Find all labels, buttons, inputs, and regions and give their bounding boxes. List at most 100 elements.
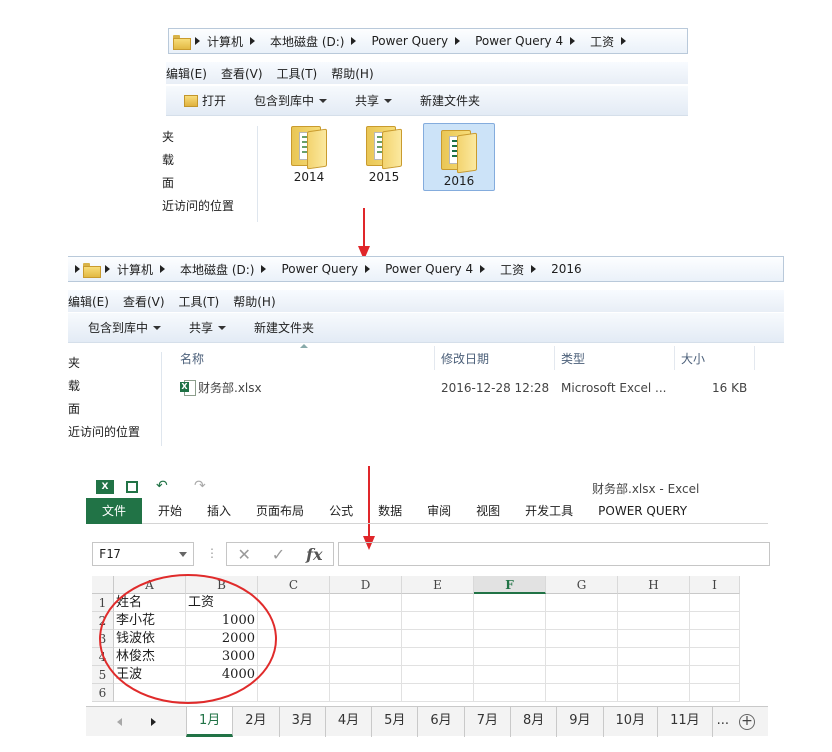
tab-formulas[interactable]: 公式 [329, 502, 353, 519]
cell-h2[interactable] [618, 612, 690, 630]
breadcrumb-item[interactable]: 工资 [496, 261, 528, 278]
undo-icon[interactable]: ↶ [156, 478, 168, 494]
redo-icon[interactable]: ↷ [194, 478, 206, 494]
save-icon[interactable] [126, 481, 138, 493]
column-header-e[interactable]: E [402, 576, 474, 594]
nav-item-recent-places[interactable]: 近访问的位置 [68, 421, 161, 444]
share-button[interactable]: 共享 [355, 92, 393, 109]
sheet-tab[interactable]: 4月 [326, 707, 373, 737]
cell-g3[interactable] [546, 630, 618, 648]
menu-view[interactable]: 查看(V) [123, 293, 165, 310]
column-header-type[interactable]: 类型 [561, 348, 585, 370]
nav-item-downloads[interactable]: 载 [68, 375, 161, 398]
column-header-name[interactable]: 名称 [180, 348, 204, 370]
cell-f6[interactable] [474, 684, 546, 702]
tab-page-layout[interactable]: 页面布局 [256, 502, 304, 519]
share-button[interactable]: 共享 [189, 319, 227, 336]
column-header-f[interactable]: F [474, 576, 546, 594]
column-header-h[interactable]: H [618, 576, 690, 594]
tab-insert[interactable]: 插入 [207, 502, 231, 519]
cell-f1[interactable] [474, 594, 546, 612]
nav-item-favorites[interactable]: 夹 [68, 352, 161, 375]
breadcrumb-item[interactable]: 计算机 [113, 261, 157, 278]
sheet-tab[interactable]: 2月 [233, 707, 280, 737]
add-sheet-button[interactable]: + [739, 714, 756, 730]
cell-g1[interactable] [546, 594, 618, 612]
scroll-left-icon[interactable] [116, 717, 122, 726]
menu-help[interactable]: 帮助(H) [331, 65, 373, 82]
cell-g6[interactable] [546, 684, 618, 702]
cell-e2[interactable] [402, 612, 474, 630]
breadcrumb-item[interactable]: Power Query [367, 34, 452, 48]
name-box[interactable]: F17 [92, 542, 194, 566]
sheet-tab[interactable]: 3月 [280, 707, 326, 737]
nav-item-favorites[interactable]: 夹 [162, 126, 257, 149]
cell-i2[interactable] [690, 612, 740, 630]
cell-d6[interactable] [330, 684, 402, 702]
include-library-button[interactable]: 包含到库中 [254, 92, 328, 109]
nav-item-desktop[interactable]: 面 [162, 172, 257, 195]
folder-item-2016[interactable]: 2016 [423, 123, 495, 191]
nav-item-recent-places[interactable]: 近访问的位置 [162, 195, 257, 218]
cell-f3[interactable] [474, 630, 546, 648]
breadcrumb-item[interactable]: 2016 [547, 262, 586, 276]
cell-g5[interactable] [546, 666, 618, 684]
cell-d3[interactable] [330, 630, 402, 648]
sheet-tab[interactable]: 9月 [557, 707, 604, 737]
tab-view[interactable]: 视图 [476, 502, 500, 519]
cell-e1[interactable] [402, 594, 474, 612]
address-bar-1[interactable]: 计算机 本地磁盘 (D:) Power Query Power Query 4 … [168, 28, 688, 54]
cell-e4[interactable] [402, 648, 474, 666]
column-header-g[interactable]: G [546, 576, 618, 594]
sheet-tab[interactable]: 8月 [511, 707, 558, 737]
menu-tools[interactable]: 工具(T) [277, 65, 318, 82]
sheet-tab[interactable]: 5月 [372, 707, 419, 737]
cell-d5[interactable] [330, 666, 402, 684]
breadcrumb-item[interactable]: Power Query 4 [381, 262, 477, 276]
new-folder-button[interactable]: 新建文件夹 [420, 92, 480, 109]
formula-input[interactable] [338, 542, 770, 566]
tab-home[interactable]: 开始 [158, 502, 182, 519]
tab-review[interactable]: 审阅 [427, 502, 451, 519]
insert-function-icon[interactable]: fx [306, 545, 322, 564]
folder-item-2014[interactable]: 2014 [273, 120, 345, 188]
nav-item-downloads[interactable]: 载 [162, 149, 257, 172]
cell-e6[interactable] [402, 684, 474, 702]
cell-g2[interactable] [546, 612, 618, 630]
cell-d4[interactable] [330, 648, 402, 666]
cell-i1[interactable] [690, 594, 740, 612]
column-header-i[interactable]: I [690, 576, 740, 594]
cell-f5[interactable] [474, 666, 546, 684]
sheet-tab[interactable]: 7月 [465, 707, 511, 737]
more-sheets-button[interactable]: ... [713, 707, 733, 737]
cell-e5[interactable] [402, 666, 474, 684]
folder-item-2015[interactable]: 2015 [348, 120, 420, 188]
tab-power-query[interactable]: POWER QUERY [598, 504, 687, 518]
sheet-tab[interactable]: 1月 [186, 707, 234, 737]
enter-icon[interactable]: ✓ [272, 545, 285, 564]
column-header-d[interactable]: D [330, 576, 402, 594]
breadcrumb-item[interactable]: 本地磁盘 (D:) [176, 261, 258, 278]
tab-file[interactable]: 文件 [86, 497, 143, 524]
cell-d2[interactable] [330, 612, 402, 630]
menu-edit[interactable]: 编辑(E) [68, 293, 109, 310]
breadcrumb-item[interactable]: 工资 [586, 33, 618, 50]
new-folder-button[interactable]: 新建文件夹 [254, 319, 314, 336]
tab-developer[interactable]: 开发工具 [525, 502, 573, 519]
nav-item-desktop[interactable]: 面 [68, 398, 161, 421]
cancel-icon[interactable]: ✕ [237, 545, 250, 564]
cell-h6[interactable] [618, 684, 690, 702]
sheet-tab[interactable]: 6月 [418, 707, 465, 737]
breadcrumb-item[interactable]: Power Query 4 [471, 34, 567, 48]
cell-g4[interactable] [546, 648, 618, 666]
cell-h5[interactable] [618, 666, 690, 684]
column-header-modified[interactable]: 修改日期 [441, 348, 489, 370]
cell-i4[interactable] [690, 648, 740, 666]
menu-help[interactable]: 帮助(H) [233, 293, 275, 310]
cell-h3[interactable] [618, 630, 690, 648]
open-button[interactable]: 打开 [184, 92, 226, 109]
sheet-tab[interactable]: 10月 [604, 707, 659, 737]
cell-e3[interactable] [402, 630, 474, 648]
cell-i3[interactable] [690, 630, 740, 648]
file-row[interactable]: 财务部.xlsx [180, 377, 262, 399]
